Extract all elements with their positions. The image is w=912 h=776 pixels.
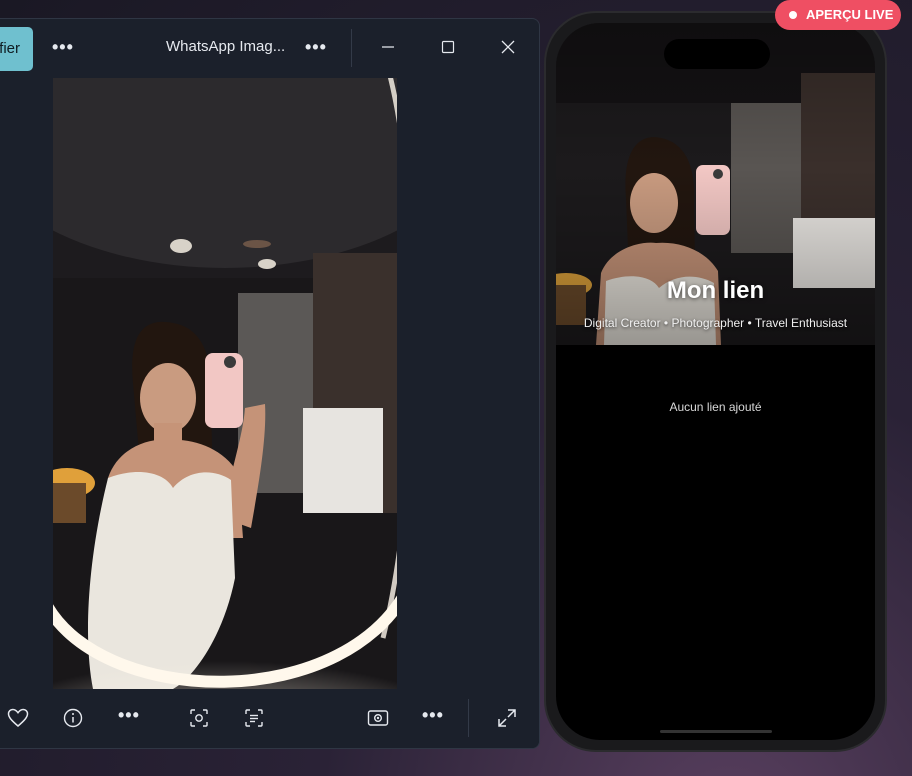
window-title: WhatsApp Imag...	[166, 38, 286, 55]
bottom-toolbar: ••• •••	[0, 689, 539, 748]
divider	[351, 29, 352, 67]
more-options-button[interactable]: •••	[52, 37, 74, 58]
title-bar: fier ••• WhatsApp Imag... •••	[0, 19, 539, 77]
cover-image: Mon lien Digital Creator • Photographer …	[556, 23, 875, 345]
text-extract-icon	[245, 709, 263, 727]
dynamic-island	[664, 39, 770, 69]
title-more-button[interactable]: •••	[305, 37, 327, 58]
text-extract-button[interactable]	[241, 705, 267, 731]
profile-name: Mon lien	[666, 277, 765, 304]
maximize-icon	[441, 40, 455, 54]
minimize-button[interactable]	[373, 35, 403, 59]
fullscreen-icon	[498, 709, 516, 727]
close-button[interactable]	[493, 35, 523, 59]
selfie-photo	[53, 78, 397, 689]
minimize-icon	[382, 46, 394, 48]
phone-screen: Mon lien Digital Creator • Photographer …	[556, 23, 875, 740]
live-dot-icon	[789, 11, 797, 19]
photo-viewer-window: fier ••• WhatsApp Imag... ••• ••• •••	[0, 18, 540, 749]
slideshow-icon	[367, 710, 389, 726]
empty-links-message: Aucun lien ajouté	[669, 400, 762, 414]
close-icon	[501, 40, 515, 54]
live-badge-label: APERÇU LIVE	[806, 7, 894, 22]
info-button[interactable]	[60, 705, 86, 731]
fullscreen-button[interactable]	[494, 705, 520, 731]
slideshow-button[interactable]	[365, 705, 391, 731]
visual-search-button[interactable]	[186, 705, 212, 731]
favorite-button[interactable]	[5, 705, 31, 731]
edit-button[interactable]: fier	[0, 27, 33, 71]
phone-preview: Mon lien Digital Creator • Photographer …	[544, 11, 887, 752]
home-indicator	[660, 730, 772, 733]
live-preview-badge: APERÇU LIVE	[775, 0, 901, 30]
heart-icon	[7, 708, 29, 727]
visual-search-icon	[190, 709, 208, 727]
photo-image	[53, 78, 397, 689]
toolbar-more-button[interactable]: •••	[118, 705, 140, 726]
profile-bio: Digital Creator • Photographer • Travel …	[583, 316, 848, 330]
maximize-button[interactable]	[433, 35, 463, 59]
divider	[468, 699, 469, 737]
info-icon	[63, 708, 83, 728]
toolbar-more-right-button[interactable]: •••	[422, 705, 444, 726]
